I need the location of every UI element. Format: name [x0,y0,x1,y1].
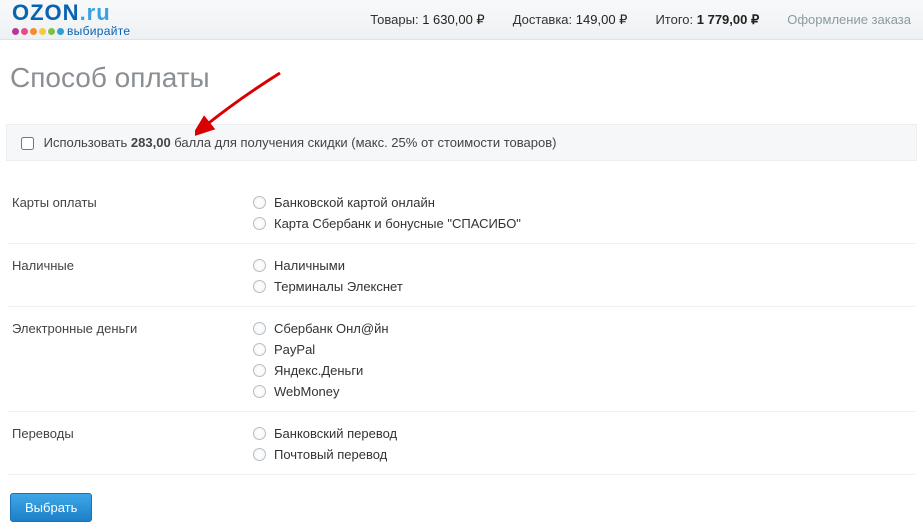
radio-icon[interactable] [253,322,266,335]
delivery-summary: Доставка: 149,00 ₽ [513,12,628,28]
options-list: Банковский перевод Почтовый перевод [253,426,915,462]
points-suffix: балла для получения скидки (макс. 25% от… [171,135,557,150]
section-cash: Наличные Наличными Терминалы Элекснет [8,244,915,307]
section-title: Наличные [8,258,253,294]
use-points-box: Использовать 283,00 балла для получения … [6,124,917,161]
total-value: 1 779,00 ₽ [697,12,760,27]
order-summary: Товары: 1 630,00 ₽ Доставка: 149,00 ₽ Ит… [170,12,911,28]
use-points-label[interactable]: Использовать 283,00 балла для получения … [21,135,556,150]
options-list: Наличными Терминалы Элекснет [253,258,915,294]
payment-option[interactable]: WebMoney [253,384,915,399]
radio-icon[interactable] [253,343,266,356]
option-label: Яндекс.Деньги [274,363,363,378]
points-prefix: Использовать [44,135,131,150]
payment-option[interactable]: Банковский перевод [253,426,915,441]
option-label: Почтовый перевод [274,447,387,462]
payment-option[interactable]: Сбербанк Онл@йн [253,321,915,336]
logo-tagline-row: выбирайте [12,25,130,37]
option-label: Карта Сбербанк и бонусные "СПАСИБО" [274,216,521,231]
option-label: Банковской картой онлайн [274,195,435,210]
points-amount: 283,00 [131,135,171,150]
goods-value: 1 630,00 ₽ [422,12,485,27]
payment-option[interactable]: Терминалы Элекснет [253,279,915,294]
checkout-link[interactable]: Оформление заказа [787,12,911,27]
logo[interactable]: OZON.ru выбирайте [12,2,130,37]
payment-option[interactable]: PayPal [253,342,915,357]
radio-icon[interactable] [253,196,266,209]
logo-dots [12,28,64,35]
total-summary: Итого: 1 779,00 ₽ [655,12,759,28]
page-title: Способ оплаты [10,62,923,94]
section-title: Электронные деньги [8,321,253,399]
section-cards: Карты оплаты Банковской картой онлайн Ка… [8,181,915,244]
option-label: Наличными [274,258,345,273]
use-points-checkbox[interactable] [21,137,34,150]
radio-icon[interactable] [253,259,266,272]
payment-option[interactable]: Наличными [253,258,915,273]
section-emoney: Электронные деньги Сбербанк Онл@йн PayPa… [8,307,915,412]
payment-option[interactable]: Банковской картой онлайн [253,195,915,210]
radio-icon[interactable] [253,217,266,230]
logo-text: OZON.ru [12,2,130,24]
options-list: Сбербанк Онл@йн PayPal Яндекс.Деньги Web… [253,321,915,399]
radio-icon[interactable] [253,385,266,398]
goods-label: Товары: [370,12,418,27]
option-label: Сбербанк Онл@йн [274,321,389,336]
logo-tagline: выбирайте [67,25,130,37]
payment-option[interactable]: Яндекс.Деньги [253,363,915,378]
section-title: Переводы [8,426,253,462]
logo-main: OZON [12,0,80,25]
delivery-label: Доставка: [513,12,572,27]
submit-row: Выбрать [10,493,923,522]
submit-button[interactable]: Выбрать [10,493,92,522]
option-label: Банковский перевод [274,426,397,441]
payment-option[interactable]: Почтовый перевод [253,447,915,462]
payment-option[interactable]: Карта Сбербанк и бонусные "СПАСИБО" [253,216,915,231]
header-bar: OZON.ru выбирайте Товары: 1 630,00 ₽ Дос… [0,0,923,40]
goods-summary: Товары: 1 630,00 ₽ [370,12,484,28]
radio-icon[interactable] [253,364,266,377]
section-title: Карты оплаты [8,195,253,231]
total-label: Итого: [655,12,693,27]
options-list: Банковской картой онлайн Карта Сбербанк … [253,195,915,231]
section-transfers: Переводы Банковский перевод Почтовый пер… [8,412,915,475]
option-label: WebMoney [274,384,340,399]
option-label: PayPal [274,342,315,357]
option-label: Терминалы Элекснет [274,279,403,294]
radio-icon[interactable] [253,280,266,293]
radio-icon[interactable] [253,448,266,461]
radio-icon[interactable] [253,427,266,440]
delivery-value: 149,00 ₽ [576,12,628,27]
payment-sections: Карты оплаты Банковской картой онлайн Ка… [8,181,915,475]
logo-suffix: .ru [80,0,111,25]
